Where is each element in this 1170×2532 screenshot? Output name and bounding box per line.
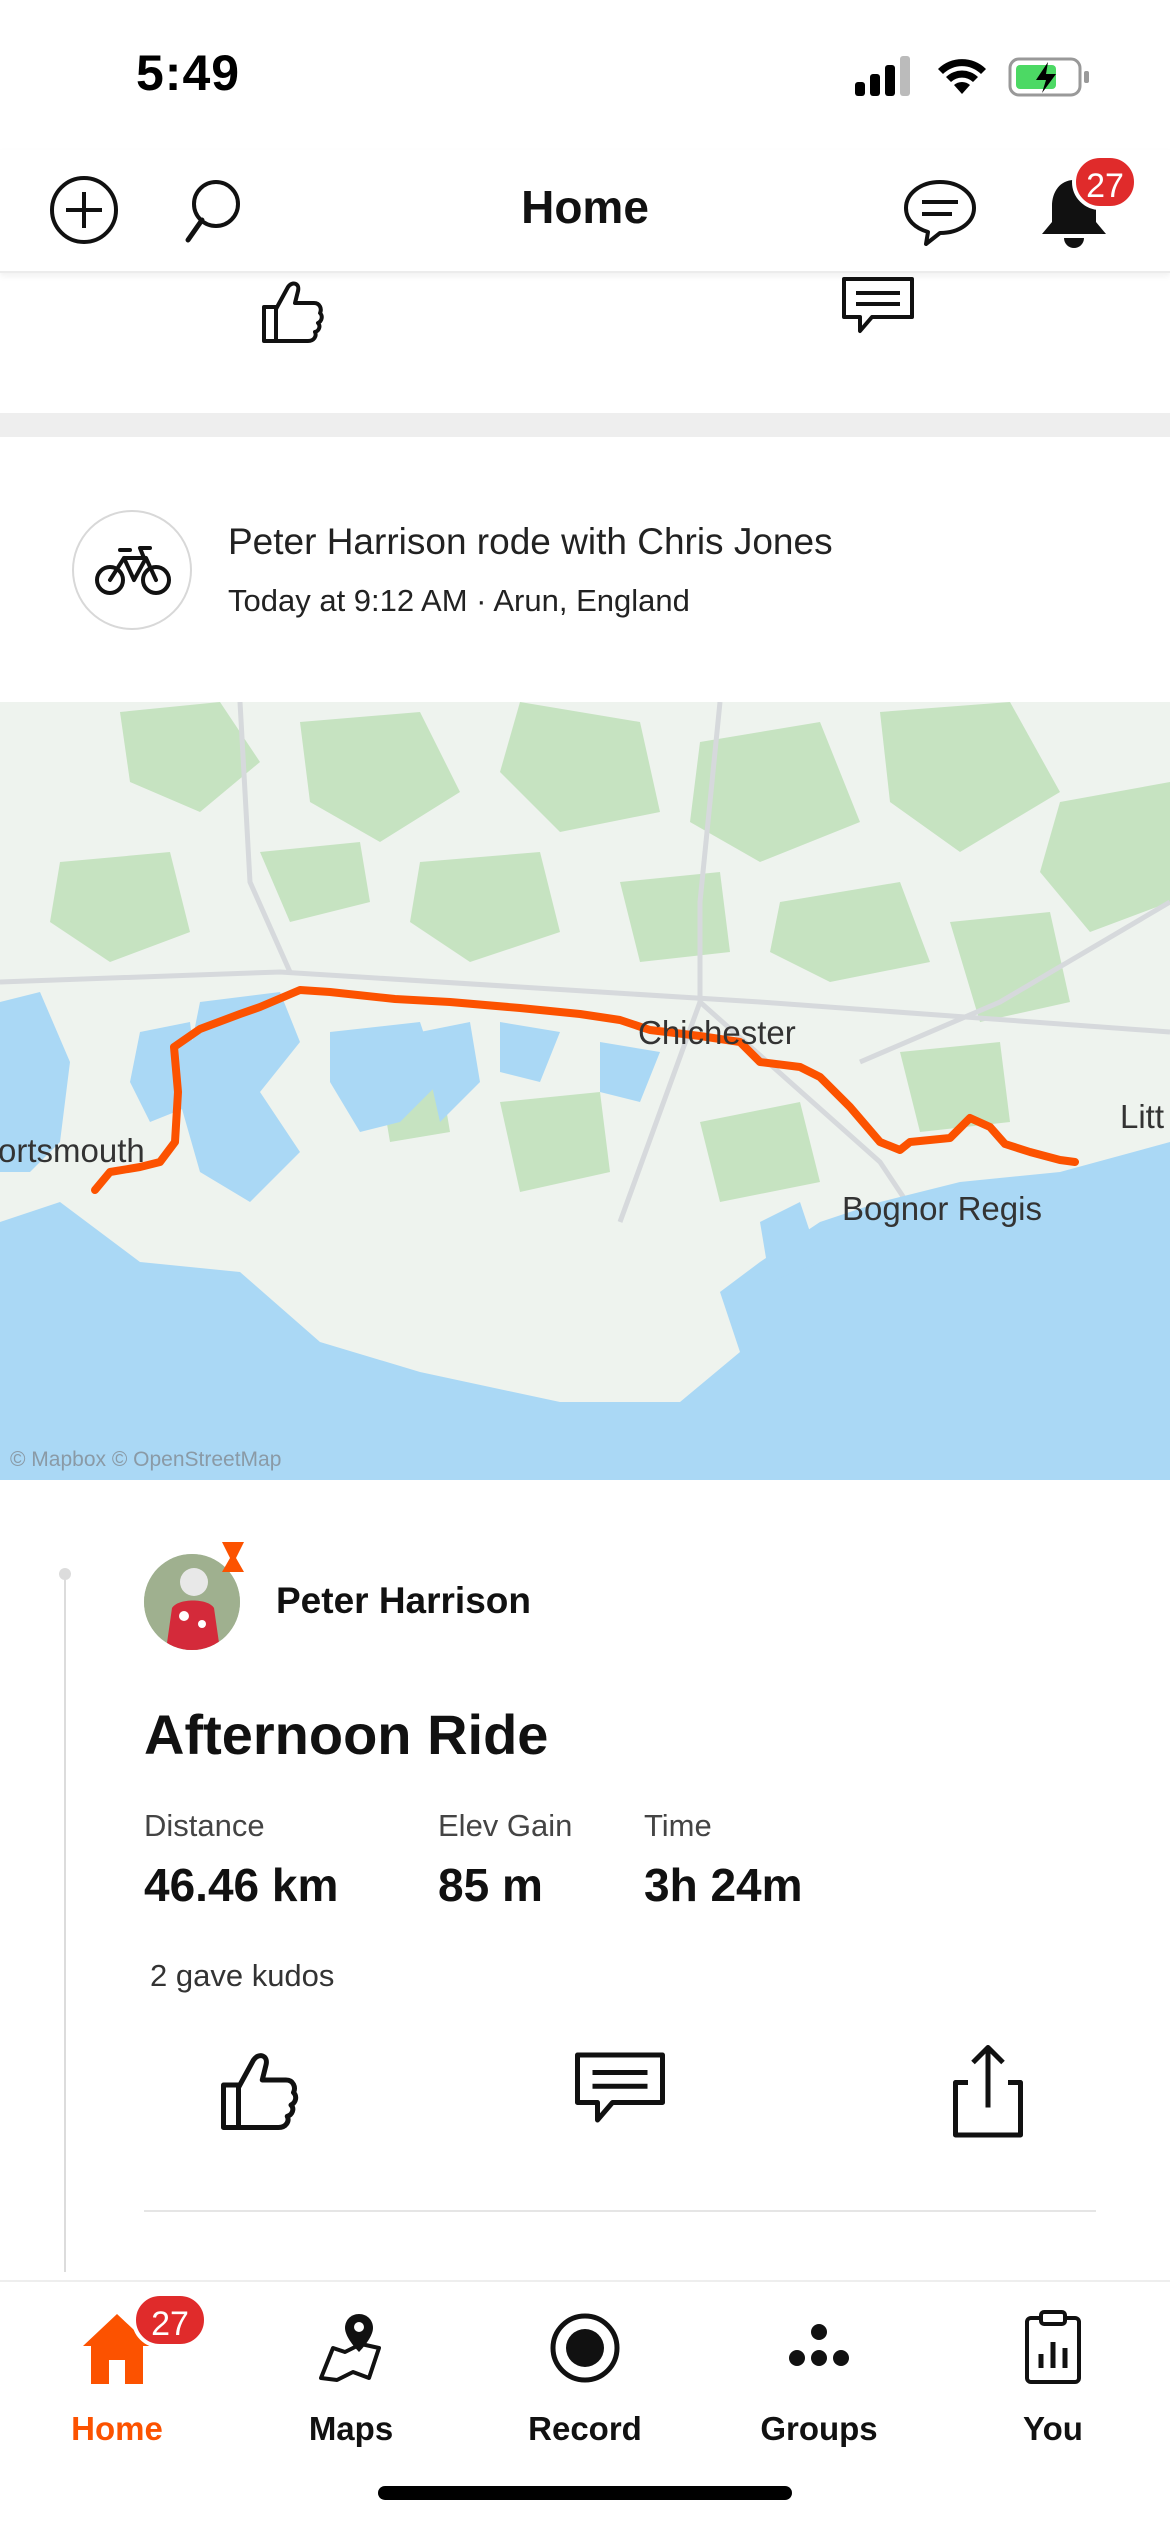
- tab-you[interactable]: You: [936, 2298, 1170, 2458]
- subscriber-chevron-icon: [222, 1542, 244, 1572]
- map-label-littlehampton: Litt: [1120, 1098, 1165, 1135]
- tab-maps[interactable]: Maps: [234, 2298, 468, 2458]
- status-bar: 5:49: [0, 0, 1170, 150]
- status-time: 5:49: [136, 45, 241, 101]
- bicycle-icon: [95, 546, 171, 595]
- tab-groups-label: Groups: [760, 2410, 878, 2447]
- stat-time-value: 3h 24m: [644, 1859, 803, 1911]
- cellular-signal-icon: [855, 56, 915, 96]
- groups-icon: [789, 2324, 849, 2366]
- messages-icon[interactable]: [900, 170, 980, 250]
- stat-distance-label: Distance: [144, 1808, 265, 1843]
- battery-charging-icon: [1008, 57, 1089, 97]
- stat-elevation-value: 85 m: [438, 1859, 543, 1911]
- home-badge: 27: [132, 2292, 208, 2348]
- comment-icon[interactable]: [570, 2040, 670, 2140]
- activity-title[interactable]: Afternoon Ride: [144, 1702, 548, 1767]
- stat-elevation-label: Elev Gain: [438, 1808, 573, 1843]
- activity-type-badge: [72, 510, 192, 630]
- athlete-name[interactable]: Peter Harrison: [276, 1580, 531, 1622]
- maps-icon: [319, 2314, 381, 2382]
- activity-card: Peter Harrison Afternoon Ride Distance 4…: [0, 1480, 1170, 2280]
- group-activity-header[interactable]: Peter Harrison rode with Chris Jones Tod…: [0, 437, 1170, 702]
- previous-card-actions: [0, 273, 1170, 413]
- kudos-thumbs-up-icon[interactable]: [206, 2040, 306, 2140]
- timeline-dot: [59, 1568, 71, 1580]
- page-title: Home: [521, 181, 649, 233]
- home-indicator[interactable]: [378, 2486, 792, 2500]
- activity-datetime-location: Today at 9:12 AM · Arun, England: [228, 583, 690, 618]
- record-icon: [550, 2313, 620, 2383]
- route-map[interactable]: ortsmouth Chichester Bognor Regis Litt ©…: [0, 702, 1170, 1480]
- you-icon: [1025, 2310, 1081, 2384]
- notification-badge: 27: [1072, 154, 1138, 210]
- tab-record[interactable]: Record: [468, 2298, 702, 2458]
- tab-record-label: Record: [528, 2410, 642, 2447]
- top-header: Home 27: [0, 150, 1170, 273]
- wifi-icon: [938, 59, 986, 94]
- map-attribution[interactable]: © Mapbox © OpenStreetMap: [10, 1448, 281, 1472]
- tab-groups[interactable]: Groups: [702, 2298, 936, 2458]
- feed-divider: [0, 413, 1170, 437]
- stat-time-label: Time: [644, 1808, 712, 1843]
- tab-home-label: Home: [71, 2410, 163, 2447]
- share-icon[interactable]: [938, 2040, 1038, 2140]
- map-graphic: [0, 702, 1170, 1480]
- timeline-line: [64, 1572, 66, 2272]
- tab-you-label: You: [1023, 2410, 1083, 2447]
- map-label-bognor-regis: Bognor Regis: [842, 1190, 1042, 1227]
- map-label-portsmouth: ortsmouth: [0, 1132, 145, 1169]
- kudos-count[interactable]: 2 gave kudos: [150, 1958, 334, 1994]
- comment-icon[interactable]: [838, 273, 918, 343]
- activity-divider: [144, 2210, 1096, 2212]
- tab-maps-label: Maps: [308, 2410, 394, 2447]
- stat-distance-value: 46.46 km: [144, 1859, 339, 1911]
- activity-actions: [0, 2040, 1170, 2150]
- group-activity-title[interactable]: Peter Harrison rode with Chris Jones: [228, 521, 833, 563]
- map-label-chichester: Chichester: [638, 1014, 796, 1051]
- tab-home[interactable]: 27 Home: [0, 2292, 234, 2458]
- kudos-thumbs-up-icon[interactable]: [250, 271, 330, 351]
